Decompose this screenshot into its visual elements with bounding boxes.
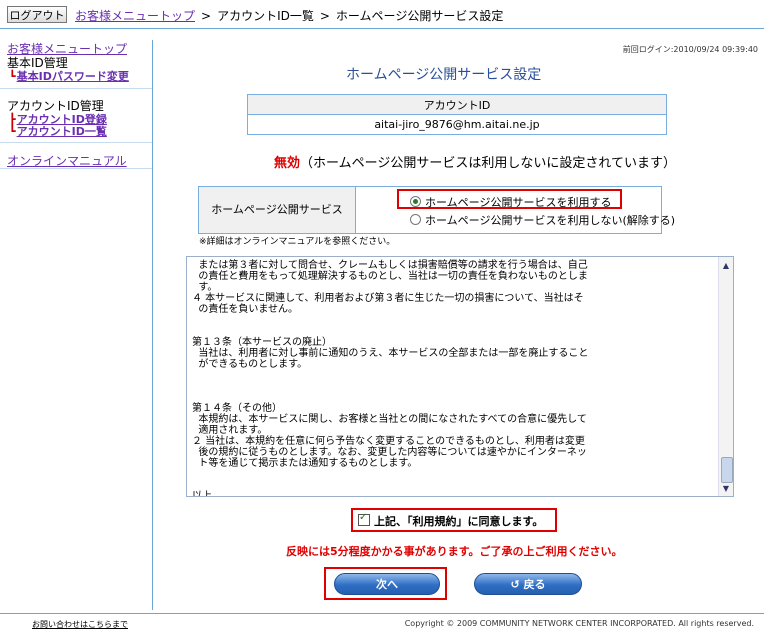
scroll-up-icon[interactable]: ▲: [720, 260, 732, 272]
account-id-header: アカウントID: [247, 94, 667, 115]
breadcrumb-current: ホームページ公開サービス設定: [335, 9, 504, 23]
breadcrumb: お客様メニュートップ > アカウントID一覧 > ホームページ公開サービス設定: [75, 7, 503, 24]
top-bar: ログアウト お客様メニュートップ > アカウントID一覧 > ホームページ公開サービス設…: [0, 0, 764, 30]
back-button[interactable]: ↺ 戻る: [474, 573, 582, 595]
sidebar-divider: [0, 88, 152, 89]
tree-branch-icon: ┗: [9, 70, 16, 83]
warning-message: 反映には5分程度かかる事があります。ご了承の上ご利用ください。: [286, 545, 623, 558]
copyright: Copyright © 2009 COMMUNITY NETWORK CENTE…: [404, 619, 754, 628]
account-id-value: aitai-jiro_9876@hm.aitai.ne.jp: [247, 114, 667, 135]
status-detail: （ホームページ公開サービスは利用しないに設定されています）: [300, 156, 676, 171]
service-status: 無効（ホームページ公開サービスは利用しないに設定されています）: [274, 152, 676, 171]
scroll-thumb[interactable]: [721, 457, 733, 483]
tree-branch-icon: ┗: [9, 125, 16, 138]
back-label: 戻る: [523, 578, 546, 591]
highlight-box: [397, 189, 622, 209]
terms-textarea[interactable]: または第３者に対して問合せ、クレームもしくは損害賠償等の請求を行う場合は、自己 …: [186, 256, 734, 497]
sidebar-divider: [0, 142, 152, 143]
highlight-box: [324, 567, 447, 600]
account-id-table: アカウントID aitai-jiro_9876@hm.aitai.ne.jp: [247, 94, 667, 135]
logout-button[interactable]: ログアウト: [7, 6, 67, 23]
sidebar-item-label: 基本IDパスワード変更: [16, 70, 129, 83]
breadcrumb-separator: >: [201, 9, 212, 23]
status-badge: 無効: [274, 156, 301, 171]
breadcrumb-menu-top[interactable]: お客様メニュートップ: [75, 9, 195, 23]
sidebar-item-online-manual[interactable]: オンラインマニュアル: [7, 152, 127, 169]
radio-not-use-service[interactable]: ホームページ公開サービスを利用しない(解除する): [410, 212, 675, 228]
breadcrumb-account-list: アカウントID一覧: [217, 9, 314, 23]
sidebar-item-account-list[interactable]: ┗アカウントID一覧: [9, 123, 107, 139]
back-arrow-icon: ↺: [510, 578, 524, 591]
radio-label: ホームページ公開サービスを利用しない(解除する): [425, 214, 676, 227]
last-login-info: 前回ログイン:2010/09/24 09:39:40: [622, 45, 758, 54]
sidebar-item-basic-password[interactable]: ┗基本IDパスワード変更: [9, 68, 129, 84]
sidebar-divider: [0, 168, 152, 169]
breadcrumb-separator: >: [319, 9, 330, 23]
manual-note: ※詳細はオンラインマニュアルを参照ください。: [199, 237, 396, 247]
terms-text: または第３者に対して問合せ、クレームもしくは損害賠償等の請求を行う場合は、自己 …: [192, 260, 589, 497]
page-title: ホームページ公開サービス設定: [346, 67, 542, 83]
radio-unselected-icon: [410, 214, 421, 225]
highlight-box: [351, 508, 557, 532]
header-divider: [0, 28, 764, 29]
sidebar: お客様メニュートップ 基本ID管理 ┗基本IDパスワード変更 アカウントID管理…: [0, 40, 153, 610]
contact-link[interactable]: お問い合わせはこちらまで: [32, 619, 128, 630]
sidebar-item-label: アカウントID一覧: [16, 125, 107, 138]
scroll-down-icon[interactable]: ▼: [720, 483, 732, 495]
footer-divider: [0, 613, 764, 614]
service-label: ホームページ公開サービス: [199, 187, 356, 233]
terms-scrollbar[interactable]: ▲ ▼: [718, 257, 733, 496]
